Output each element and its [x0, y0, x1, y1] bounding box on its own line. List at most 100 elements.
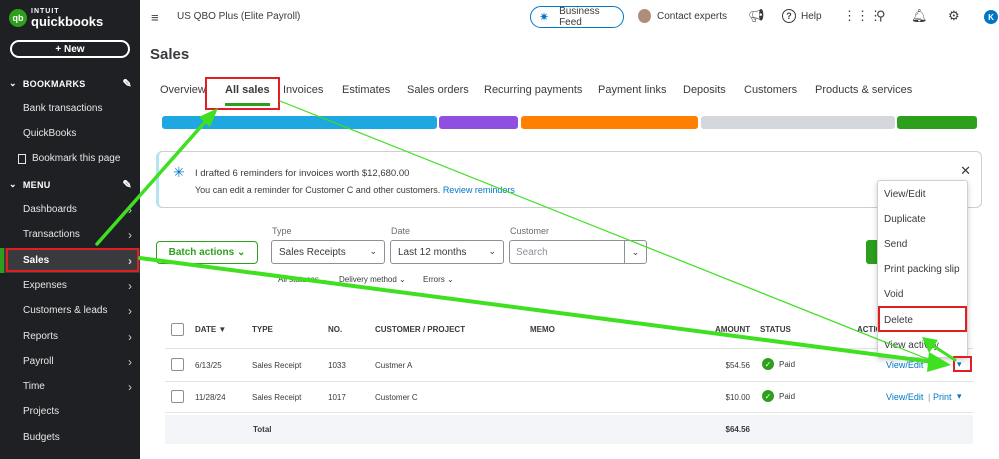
reminder-body: You can edit a reminder for Customer C a… — [195, 185, 515, 195]
batch-actions-button[interactable]: Batch actions ⌄ — [156, 241, 258, 264]
tab-products-services[interactable]: Products & services — [815, 84, 912, 96]
row-checkbox[interactable] — [171, 358, 184, 371]
type-filter-label: Type — [272, 226, 292, 236]
gear-icon[interactable]: ⚙ — [948, 8, 960, 24]
contact-experts-button[interactable]: Contact experts — [638, 9, 727, 23]
quickbooks-logo[interactable]: qb INTUIT quickbooks — [9, 8, 103, 28]
delivery-filter-label: Delivery method — [339, 275, 397, 284]
sidebar-item-bookmark-page[interactable]: Bookmark this page — [0, 146, 140, 171]
pencil-icon[interactable]: ✎ — [122, 178, 132, 191]
annotation-arrows — [95, 100, 957, 372]
sidebar-item-time[interactable]: Time › — [0, 374, 140, 399]
bookmarks-section-toggle[interactable]: ⌄ BOOKMARKS ✎ — [0, 71, 140, 96]
sidebar-item-reports[interactable]: Reports › — [0, 324, 140, 349]
user-avatar[interactable]: K — [984, 10, 998, 24]
column-status[interactable]: STATUS — [760, 325, 791, 334]
chevron-down-icon: ⌄ — [369, 246, 377, 256]
menu-section-toggle[interactable]: ⌄ MENU ✎ — [0, 172, 140, 197]
close-icon[interactable]: ✕ — [960, 163, 971, 179]
row-checkbox[interactable] — [171, 390, 184, 403]
tab-invoices[interactable]: Invoices — [283, 84, 323, 96]
menu-item-void[interactable]: Void — [884, 289, 903, 300]
menu-item-view-activity[interactable]: View activity — [884, 340, 939, 351]
errors-filter[interactable]: Errors ⌄ — [423, 275, 454, 284]
view-edit-link[interactable]: View/Edit — [886, 360, 923, 370]
sidebar-item-label: Dashboards — [23, 204, 77, 215]
menu-item-duplicate[interactable]: Duplicate — [884, 214, 926, 225]
menu-item-send[interactable]: Send — [884, 239, 907, 250]
chevron-down-icon[interactable]: ⌄ — [624, 241, 646, 263]
row-type: Sales Receipt — [252, 393, 302, 402]
bookmark-icon — [18, 153, 26, 164]
column-no[interactable]: NO. — [328, 325, 342, 334]
search-icon[interactable]: ⚲ — [876, 8, 886, 24]
sidebar-item-quickbooks[interactable]: QuickBooks — [0, 121, 140, 146]
status-bar-segment[interactable] — [439, 116, 518, 129]
help-button[interactable]: ? Help — [782, 9, 822, 23]
sidebar-item-label: Projects — [23, 406, 60, 417]
delivery-method-filter[interactable]: Delivery method ⌄ — [339, 275, 406, 284]
date-filter-label: Date — [391, 226, 411, 236]
type-select[interactable]: Sales Receipts ⌄ — [271, 240, 385, 264]
highlight-dropdown-arrow — [953, 356, 972, 372]
menu-item-view-edit[interactable]: View/Edit — [884, 189, 926, 200]
menu-item-print-packing-slip[interactable]: Print packing slip — [884, 264, 960, 275]
status-filter[interactable]: All statuses ⌄ — [278, 275, 328, 284]
review-reminders-link[interactable]: Review reminders — [443, 185, 515, 195]
column-amount[interactable]: AMOUNT — [715, 325, 750, 334]
sidebar-item-label: Budgets — [23, 432, 60, 443]
sidebar-item-expenses[interactable]: Expenses › — [0, 273, 140, 298]
sidebar-item-customers-leads[interactable]: Customers & leads › — [0, 298, 140, 323]
tab-overview[interactable]: Overview — [160, 84, 206, 96]
chevron-down-icon[interactable]: ▾ — [957, 391, 962, 402]
status-filter-label: All statuses — [278, 275, 319, 284]
page-title: Sales — [150, 46, 190, 63]
collapse-menu-icon[interactable]: ≡ — [151, 10, 159, 25]
row-customer: Custmer A — [375, 361, 413, 370]
sidebar-item-dashboards[interactable]: Dashboards › — [0, 197, 140, 222]
tab-recurring-payments[interactable]: Recurring payments — [484, 84, 582, 96]
chevron-down-icon: ⌄ — [9, 78, 17, 88]
tab-customers[interactable]: Customers — [744, 84, 797, 96]
column-customer[interactable]: CUSTOMER / PROJECT — [375, 325, 465, 334]
column-memo[interactable]: MEMO — [530, 325, 555, 334]
column-date[interactable]: DATE ▼ — [195, 325, 226, 334]
row-amount: $54.56 — [725, 361, 750, 370]
sidebar-item-payroll[interactable]: Payroll › — [0, 349, 140, 374]
date-select[interactable]: Last 12 months ⌄ — [390, 240, 504, 264]
sidebar-item-budgets[interactable]: Budgets — [0, 425, 140, 450]
help-icon: ? — [782, 9, 796, 23]
menu-label: MENU — [22, 179, 51, 190]
tab-sales-orders[interactable]: Sales orders — [407, 84, 469, 96]
tab-deposits[interactable]: Deposits — [683, 84, 726, 96]
status-bar-segment[interactable] — [162, 116, 437, 129]
megaphone-icon[interactable]: 📢︎ — [748, 8, 765, 24]
sidebar-item-bank-transactions[interactable]: Bank transactions — [0, 96, 140, 121]
status-bar-segment[interactable] — [521, 116, 698, 129]
qb-logo-icon: qb — [9, 9, 27, 27]
column-type[interactable]: TYPE — [252, 325, 273, 334]
tab-estimates[interactable]: Estimates — [342, 84, 390, 96]
status-text: Paid — [779, 391, 796, 401]
date-select-value: Last 12 months — [398, 246, 467, 258]
chevron-right-icon: › — [128, 354, 132, 369]
status-bar-segment[interactable] — [897, 116, 977, 129]
chevron-right-icon: › — [128, 303, 132, 318]
print-link[interactable]: Print — [933, 392, 952, 402]
chevron-right-icon: › — [128, 278, 132, 293]
customer-search-input[interactable]: Search ⌄ — [509, 240, 647, 264]
view-edit-link[interactable]: View/Edit — [886, 392, 923, 402]
bell-icon[interactable]: 🔔︎ — [911, 8, 928, 24]
top-bar: ≡ US QBO Plus (Elite Payroll) ✷ Business… — [140, 0, 999, 34]
sidebar-item-transactions[interactable]: Transactions › — [0, 222, 140, 247]
select-all-checkbox[interactable] — [171, 323, 184, 336]
new-button[interactable]: + New — [10, 40, 130, 58]
total-row — [165, 415, 973, 444]
check-circle-icon: ✓ — [762, 390, 774, 402]
status-bar-segment[interactable] — [701, 116, 895, 129]
tab-payment-links[interactable]: Payment links — [598, 84, 666, 96]
chevron-right-icon: › — [128, 379, 132, 394]
pencil-icon[interactable]: ✎ — [122, 77, 132, 90]
sidebar-item-projects[interactable]: Projects — [0, 399, 140, 424]
business-feed-button[interactable]: ✷ Business Feed — [530, 6, 624, 28]
